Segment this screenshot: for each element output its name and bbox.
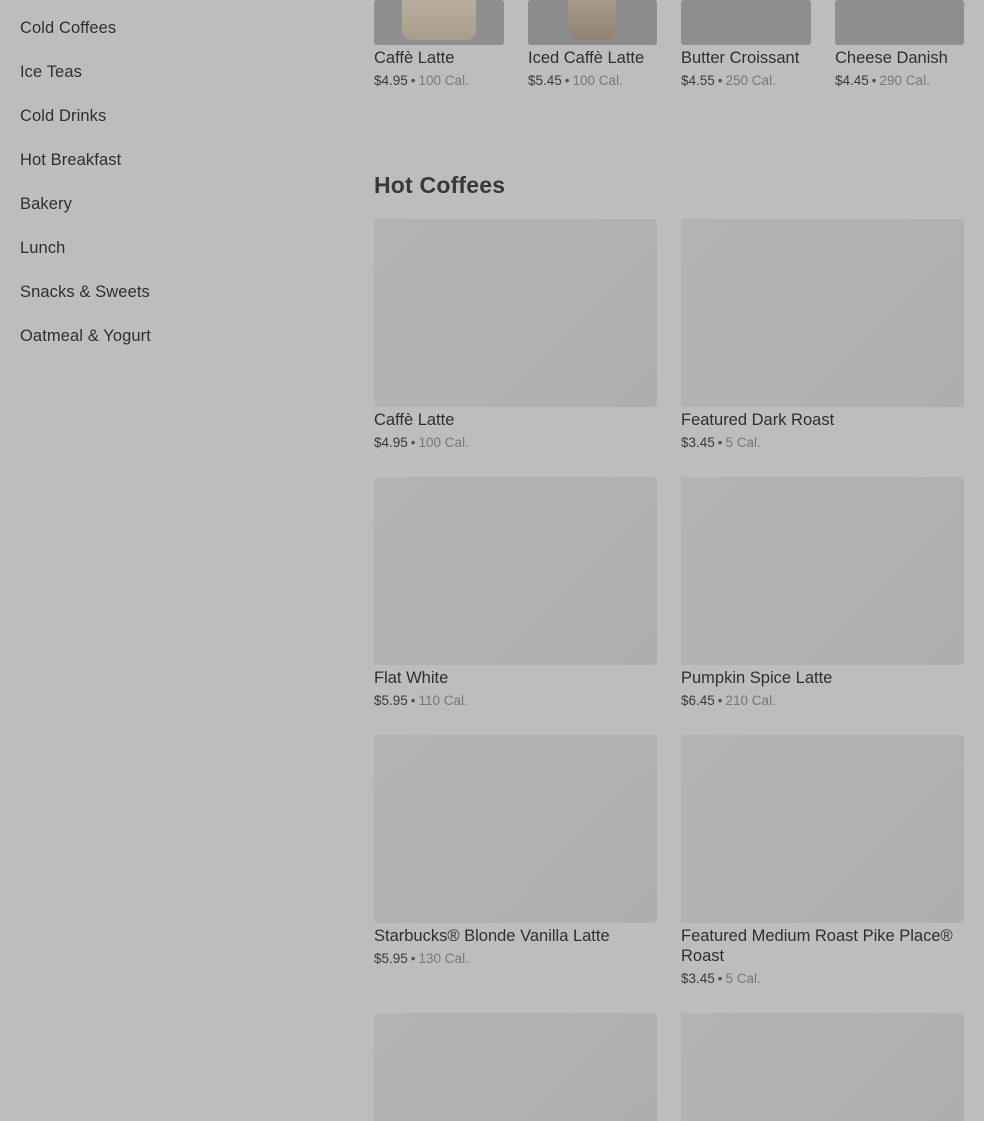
product-name[interactable]: Pumpkin Spice Latte	[681, 668, 832, 688]
product-price: $4.95	[374, 73, 408, 88]
product-image[interactable]	[374, 477, 657, 665]
product-name[interactable]: Butter Croissant	[681, 48, 799, 68]
sidebar-item-hot-breakfast[interactable]: Hot Breakfast	[20, 150, 121, 170]
product-price: $4.95	[374, 435, 408, 450]
product-calories: 100 Cal.	[418, 435, 469, 450]
sidebar-item-oatmeal-yogurt[interactable]: Oatmeal & Yogurt	[20, 326, 151, 346]
product-meta: $3.45 • 5 Cal.	[681, 971, 761, 987]
product-image[interactable]	[681, 219, 964, 407]
product-price: $5.95	[374, 693, 408, 708]
sidebar-item-cold-drinks[interactable]: Cold Drinks	[20, 106, 106, 126]
product-image[interactable]	[835, 0, 964, 45]
product-image[interactable]	[681, 477, 964, 665]
iced-latte-cup-icon	[568, 0, 616, 40]
product-meta: $5.45 • 100 Cal.	[528, 73, 623, 89]
sidebar-item-lunch[interactable]: Lunch	[20, 238, 65, 258]
sidebar-item-ice-teas[interactable]: Ice Teas	[20, 62, 82, 82]
product-price: $6.45	[681, 693, 715, 708]
latte-cup-icon	[402, 0, 476, 40]
product-name[interactable]: Featured Medium Roast Pike Place® Roast	[681, 926, 966, 966]
separator-dot: •	[564, 73, 570, 88]
product-price: $3.45	[681, 971, 715, 986]
separator-dot: •	[410, 435, 416, 450]
product-meta: $4.45 • 290 Cal.	[835, 73, 930, 89]
product-image[interactable]	[374, 0, 504, 45]
product-calories: 130 Cal.	[418, 951, 469, 966]
product-image[interactable]	[681, 0, 811, 45]
product-name[interactable]: Caffè Latte	[374, 48, 454, 68]
menu-page: Cold Coffees Ice Teas Cold Drinks Hot Br…	[0, 0, 984, 1121]
product-name[interactable]: Flat White	[374, 668, 448, 688]
product-price: $4.55	[681, 73, 715, 88]
product-calories: 250 Cal.	[725, 73, 776, 88]
product-image[interactable]	[681, 1013, 964, 1121]
product-image[interactable]	[374, 219, 657, 407]
sidebar-item-bakery[interactable]: Bakery	[20, 194, 72, 214]
product-price: $5.45	[528, 73, 562, 88]
product-calories: 100 Cal.	[418, 73, 469, 88]
product-name[interactable]: Iced Caffè Latte	[528, 48, 644, 68]
product-meta: $6.45 • 210 Cal.	[681, 693, 776, 709]
product-image[interactable]	[374, 735, 657, 923]
separator-dot: •	[410, 951, 416, 966]
product-calories: 290 Cal.	[879, 73, 930, 88]
product-calories: 110 Cal.	[418, 693, 468, 708]
product-name[interactable]: Caffè Latte	[374, 410, 454, 430]
product-meta: $5.95 • 130 Cal.	[374, 951, 469, 967]
product-name[interactable]: Cheese Danish	[835, 48, 948, 68]
product-calories: 210 Cal.	[725, 693, 776, 708]
product-name[interactable]: Starbucks® Blonde Vanilla Latte	[374, 926, 610, 946]
product-price: $5.95	[374, 951, 408, 966]
sidebar-item-cold-coffees[interactable]: Cold Coffees	[20, 18, 116, 38]
product-price: $3.45	[681, 435, 715, 450]
separator-dot: •	[410, 693, 416, 708]
product-image[interactable]	[374, 1013, 657, 1121]
product-meta: $4.55 • 250 Cal.	[681, 73, 776, 89]
separator-dot: •	[871, 73, 877, 88]
product-meta: $5.95 • 110 Cal.	[374, 693, 468, 709]
product-calories: 5 Cal.	[725, 435, 761, 450]
product-image[interactable]	[528, 0, 657, 45]
product-image[interactable]	[681, 735, 964, 923]
product-meta: $4.95 • 100 Cal.	[374, 73, 469, 89]
product-name[interactable]: Featured Dark Roast	[681, 410, 834, 430]
sidebar-item-snacks-sweets[interactable]: Snacks & Sweets	[20, 282, 150, 302]
product-meta: $4.95 • 100 Cal.	[374, 435, 469, 451]
separator-dot: •	[717, 971, 723, 986]
product-calories: 100 Cal.	[572, 73, 623, 88]
product-calories: 5 Cal.	[725, 971, 761, 986]
separator-dot: •	[717, 693, 723, 708]
product-price: $4.45	[835, 73, 869, 88]
separator-dot: •	[717, 73, 723, 88]
section-title-hot-coffees: Hot Coffees	[374, 172, 506, 198]
separator-dot: •	[410, 73, 416, 88]
separator-dot: •	[717, 435, 723, 450]
product-meta: $3.45 • 5 Cal.	[681, 435, 761, 451]
